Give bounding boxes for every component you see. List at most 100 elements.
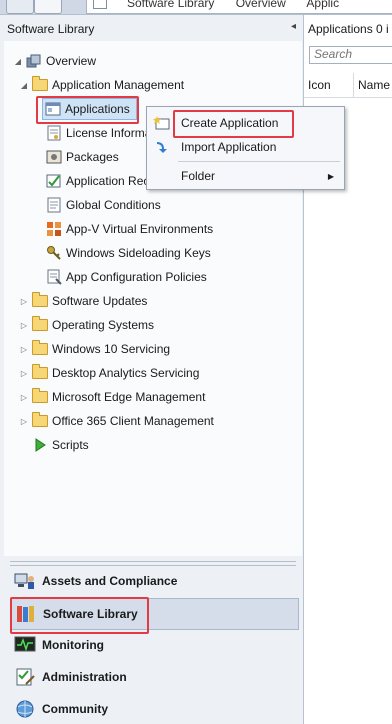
tree-node-application-management[interactable]: ◢ Application Management xyxy=(18,74,184,96)
tree-node-overview[interactable]: ◢ Overview xyxy=(12,50,96,72)
tree-node-label: Scripts xyxy=(52,438,89,452)
page-icon xyxy=(93,0,107,9)
tree-node-edge-management[interactable]: ▷ Microsoft Edge Management xyxy=(18,386,205,408)
tree-node-label: Operating Systems xyxy=(52,318,155,332)
tree-node-label: Overview xyxy=(46,54,97,68)
app-config-policies-icon xyxy=(46,269,62,285)
application-requests-icon xyxy=(46,173,62,189)
folder-icon xyxy=(32,316,48,333)
folder-icon xyxy=(32,292,48,309)
tree-node-label: Office 365 Client Management xyxy=(52,414,214,428)
workspace-label: Monitoring xyxy=(42,638,104,652)
column-header-label: Name xyxy=(358,78,391,92)
collapsed-arrow-icon[interactable]: ▷ xyxy=(18,417,30,426)
context-menu: Create Application Import Application Fo… xyxy=(146,106,345,190)
tree-node-label: License Informa xyxy=(66,126,152,140)
tree-node-scripts[interactable]: Scripts xyxy=(30,434,89,456)
navigation-pane-header: Software Library ◂ xyxy=(0,15,303,41)
forward-button[interactable] xyxy=(34,0,62,14)
scripts-icon xyxy=(32,437,48,453)
breadcrumb-item[interactable]: Software Library xyxy=(127,0,214,10)
tree-node-app-config-policies[interactable]: App Configuration Policies xyxy=(44,266,207,288)
collapse-pane-icon[interactable]: ◂ xyxy=(291,21,296,32)
collapsed-arrow-icon[interactable]: ▷ xyxy=(18,393,30,402)
menu-item-label: Folder xyxy=(181,169,216,183)
breadcrumb-item[interactable]: Applic xyxy=(306,0,339,10)
workspace-administration[interactable]: Administration xyxy=(10,662,297,692)
tree-node-operating-systems[interactable]: ▷ Operating Systems xyxy=(18,314,154,336)
menu-item-import-application[interactable]: Import Application xyxy=(147,136,344,158)
tree-node-software-updates[interactable]: ▷ Software Updates xyxy=(18,290,147,312)
appv-icon xyxy=(46,221,62,237)
create-application-icon xyxy=(150,113,174,133)
workspace-monitoring[interactable]: Monitoring xyxy=(10,630,297,660)
tree-node-license-information[interactable]: License Informa xyxy=(44,122,151,144)
tree-node-label: Microsoft Edge Management xyxy=(52,390,206,404)
collapsed-arrow-icon[interactable]: ▷ xyxy=(18,369,30,378)
tree-node-label: Application Rec xyxy=(66,174,150,188)
tree-node-global-conditions[interactable]: Global Conditions xyxy=(44,194,161,216)
column-header-label: Icon xyxy=(308,78,331,92)
applications-icon xyxy=(45,101,61,117)
back-button[interactable] xyxy=(6,0,34,14)
collapsed-arrow-icon[interactable]: ▷ xyxy=(18,345,30,354)
workspace-label: Software Library xyxy=(43,607,138,621)
pane-title: Software Library xyxy=(7,22,95,36)
workspace-software-library[interactable]: Software Library xyxy=(10,598,299,630)
menu-item-create-application[interactable]: Create Application xyxy=(147,112,344,134)
submenu-arrow-icon: ▶ xyxy=(327,171,334,181)
tree-node-label: App Configuration Policies xyxy=(66,270,207,284)
results-pane-title: Applications 0 i xyxy=(308,22,389,36)
address-bar[interactable]: Software Library Overview Applic xyxy=(86,0,392,14)
assets-compliance-icon xyxy=(14,571,36,591)
folder-icon xyxy=(32,76,48,93)
expanded-arrow-icon[interactable]: ◢ xyxy=(18,81,30,90)
tree-node-windows10-servicing[interactable]: ▷ Windows 10 Servicing xyxy=(18,338,170,360)
expanded-arrow-icon[interactable]: ◢ xyxy=(12,57,24,66)
community-icon xyxy=(14,699,36,719)
tree-node-label: Windows Sideloading Keys xyxy=(66,246,211,260)
tree-node-application-requests[interactable]: Application Rec xyxy=(44,170,149,192)
collapsed-arrow-icon[interactable]: ▷ xyxy=(18,297,30,306)
menu-item-label: Import Application xyxy=(181,140,277,154)
overview-icon xyxy=(26,53,42,69)
folder-icon xyxy=(32,388,48,405)
tree-node-label: Desktop Analytics Servicing xyxy=(52,366,200,380)
tree-node-desktop-analytics[interactable]: ▷ Desktop Analytics Servicing xyxy=(18,362,199,384)
tree-node-label: Windows 10 Servicing xyxy=(52,342,171,356)
workspace-label: Community xyxy=(42,702,108,716)
import-arrow-icon xyxy=(150,137,174,157)
breadcrumb: Software Library Overview Applic xyxy=(127,0,357,10)
search-input[interactable] xyxy=(310,47,392,61)
tree-node-label: Application Management xyxy=(52,78,185,92)
tree-node-label: App-V Virtual Environments xyxy=(66,222,214,236)
breadcrumb-item[interactable]: Overview xyxy=(236,0,286,10)
workspace-assets-and-compliance[interactable]: Assets and Compliance xyxy=(10,566,297,596)
key-icon xyxy=(46,245,62,261)
tree-node-sideloading-keys[interactable]: Windows Sideloading Keys xyxy=(44,242,211,264)
top-navigation-bar: Software Library Overview Applic xyxy=(0,0,392,15)
search-box[interactable] xyxy=(309,46,392,64)
menu-item-label: Create Application xyxy=(181,116,279,130)
collapsed-arrow-icon[interactable]: ▷ xyxy=(18,321,30,330)
tree-node-appv-environments[interactable]: App-V Virtual Environments xyxy=(44,218,213,240)
tree-node-label: Packages xyxy=(66,150,119,164)
menu-item-folder[interactable]: Folder ▶ xyxy=(147,165,344,187)
workspace-label: Assets and Compliance xyxy=(42,574,178,588)
workspace-community[interactable]: Community xyxy=(10,694,297,724)
tree-node-label: Software Updates xyxy=(52,294,148,308)
global-conditions-icon xyxy=(46,197,62,213)
tree-node-packages[interactable]: Packages xyxy=(44,146,119,168)
software-library-icon xyxy=(15,604,37,624)
administration-icon xyxy=(14,667,36,687)
workspace-label: Administration xyxy=(42,670,127,684)
tree-node-applications[interactable]: Applications xyxy=(42,98,137,120)
folder-icon xyxy=(32,364,48,381)
column-header-icon[interactable]: Icon xyxy=(304,73,354,98)
column-header-name[interactable]: Name xyxy=(354,73,392,98)
tree-node-label: Global Conditions xyxy=(66,198,161,212)
folder-icon xyxy=(32,340,48,357)
menu-separator xyxy=(178,161,340,162)
tree-node-office365-management[interactable]: ▷ Office 365 Client Management xyxy=(18,410,214,432)
packages-icon xyxy=(46,149,62,165)
